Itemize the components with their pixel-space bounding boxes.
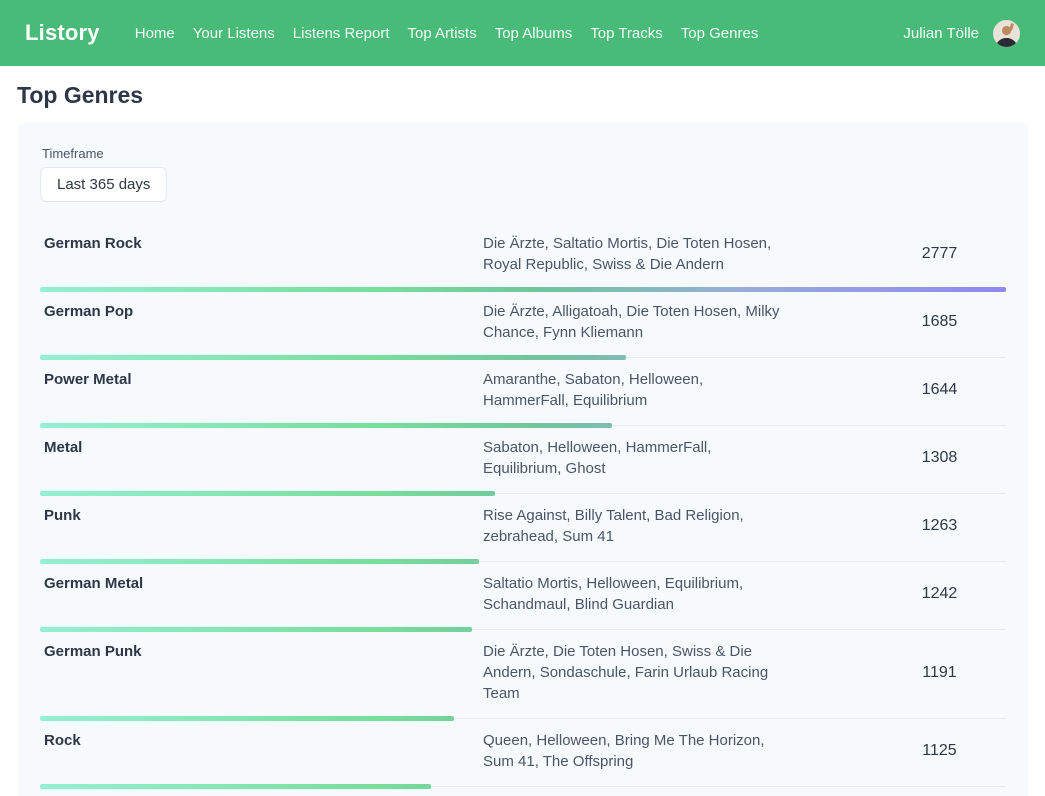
page-title: Top Genres (17, 82, 1028, 109)
genre-row: German Pop Die Ärzte, Alligatoah, Die To… (40, 290, 1006, 358)
genre-count: 1308 (793, 449, 1006, 467)
nav-link-your-listens[interactable]: Your Listens (184, 19, 284, 48)
genre-count: 1685 (793, 313, 1006, 331)
genre-row: German Metal Saltatio Mortis, Helloween,… (40, 562, 1006, 630)
genre-row: Power Metal Amaranthe, Sabaton, Hellowee… (40, 358, 1006, 426)
brand-logo[interactable]: Listory (25, 20, 100, 46)
avatar-photo (993, 20, 1020, 47)
navbar: Listory Home Your Listens Listens Report… (0, 0, 1045, 66)
genre-artists: Queen, Helloween, Bring Me The Horizon, … (483, 730, 793, 772)
genre-name: Rock (40, 730, 483, 751)
genre-name: Power Metal (40, 369, 483, 390)
main-content: Top Genres Timeframe Last 365 days Germa… (0, 66, 1045, 796)
genre-row: Metal Sabaton, Helloween, HammerFall, Eq… (40, 426, 1006, 494)
genre-row: Punk Rise Against, Billy Talent, Bad Rel… (40, 494, 1006, 562)
genre-artists: Die Ärzte, Die Toten Hosen, Swiss & Die … (483, 641, 793, 704)
nav-link-top-albums[interactable]: Top Albums (486, 19, 582, 48)
genre-artists: Rise Against, Billy Talent, Bad Religion… (483, 505, 793, 547)
genre-row: German Punk Die Ärzte, Die Toten Hosen, … (40, 630, 1006, 719)
genre-artists: Die Ärzte, Saltatio Mortis, Die Toten Ho… (483, 233, 793, 275)
genre-name: German Rock (40, 233, 483, 254)
main-nav: Home Your Listens Listens Report Top Art… (126, 19, 768, 48)
genre-count: 1125 (793, 742, 1006, 760)
genre-row: German Rock Die Ärzte, Saltatio Mortis, … (40, 222, 1006, 290)
genre-count: 1263 (793, 517, 1006, 535)
genres-table: German Rock Die Ärzte, Saltatio Mortis, … (40, 222, 1006, 796)
nav-link-home[interactable]: Home (126, 19, 184, 48)
user-name: Julian Tölle (903, 25, 979, 42)
genre-name: Metal (40, 437, 483, 458)
nav-user-area: Julian Tölle (903, 20, 1020, 47)
nav-link-top-artists[interactable]: Top Artists (399, 19, 486, 48)
genre-artists: Die Ärzte, Alligatoah, Die Toten Hosen, … (483, 301, 793, 343)
genre-name: German Pop (40, 301, 483, 322)
user-avatar[interactable] (993, 20, 1020, 47)
timeframe-select[interactable]: Last 365 days (40, 167, 167, 202)
genre-row: Rock Queen, Helloween, Bring Me The Hori… (40, 719, 1006, 787)
genre-count: 1242 (793, 585, 1006, 603)
genre-count: 2777 (793, 245, 1006, 263)
timeframe-label: Timeframe (42, 146, 1006, 161)
nav-link-top-genres[interactable]: Top Genres (672, 19, 768, 48)
top-genres-card: Timeframe Last 365 days German Rock Die … (18, 122, 1028, 796)
genre-row: Medieval Rock Saltatio Mortis, Feuerschw… (40, 787, 1006, 796)
genre-name: German Punk (40, 641, 483, 662)
genre-artists: Sabaton, Helloween, HammerFall, Equilibr… (483, 437, 793, 479)
genre-artists: Amaranthe, Sabaton, Helloween, HammerFal… (483, 369, 793, 411)
genre-count: 1644 (793, 381, 1006, 399)
genre-count: 1191 (793, 664, 1006, 682)
genre-artists: Saltatio Mortis, Helloween, Equilibrium,… (483, 573, 793, 615)
nav-link-top-tracks[interactable]: Top Tracks (581, 19, 672, 48)
genre-name: German Metal (40, 573, 483, 594)
genre-name: Punk (40, 505, 483, 526)
nav-link-listens-report[interactable]: Listens Report (284, 19, 399, 48)
